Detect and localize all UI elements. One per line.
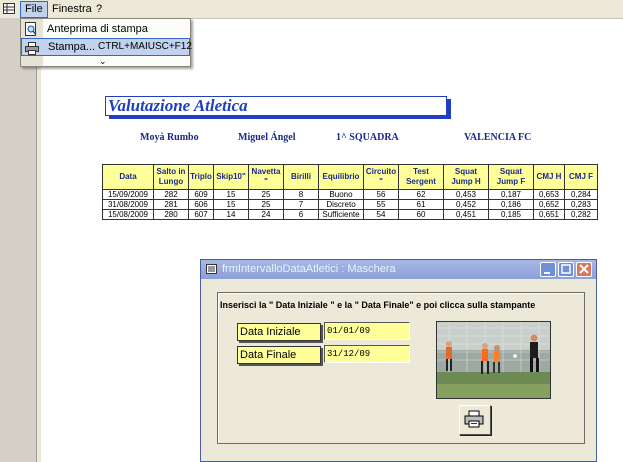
cell: 14 bbox=[213, 209, 249, 220]
cell: 0,186 bbox=[488, 199, 534, 210]
cell: 606 bbox=[188, 199, 214, 210]
col-header: Salto in Lungo bbox=[153, 164, 189, 190]
dialog-titlebar[interactable]: frmIntervalloDataAtletici : Maschera bbox=[201, 260, 596, 279]
evaluation-table: Data Salto in Lungo Triplo Skip10" Navet… bbox=[102, 164, 598, 220]
col-header: Triplo bbox=[188, 164, 214, 190]
app-icon[interactable] bbox=[3, 3, 15, 14]
cell: 24 bbox=[248, 209, 284, 220]
cell: 0,652 bbox=[533, 199, 565, 210]
cell: 15/08/2009 bbox=[102, 209, 154, 220]
athlete-name: Miguel Ángel bbox=[238, 132, 296, 143]
cell: 0,653 bbox=[533, 189, 565, 200]
file-dropdown-menu: Anteprima di stampa Stampa... CTRL+MAIUS… bbox=[20, 18, 192, 67]
vertical-divider bbox=[36, 18, 41, 462]
cell: 8 bbox=[283, 189, 319, 200]
team-photo-image bbox=[437, 322, 550, 398]
print-preview-icon bbox=[25, 22, 37, 36]
form-icon bbox=[206, 264, 217, 274]
table-row: 31/08/2009 281 606 15 25 7 Discreto 55 6… bbox=[102, 199, 598, 210]
table-header-row: Data Salto in Lungo Triplo Skip10" Navet… bbox=[102, 164, 598, 190]
report-title: Valutazione Atletica bbox=[105, 96, 447, 116]
col-header: Squat Jump F bbox=[488, 164, 534, 190]
cell: 280 bbox=[153, 209, 189, 220]
cell: 0,451 bbox=[443, 209, 489, 220]
minimize-icon bbox=[544, 272, 550, 274]
maximize-button[interactable] bbox=[558, 262, 574, 277]
end-date-input[interactable]: 31/12/09 bbox=[324, 345, 410, 363]
cell: 15/09/2009 bbox=[102, 189, 154, 200]
cell: Sufficiente bbox=[318, 209, 364, 220]
menu-item-label: Anteprima di stampa bbox=[47, 23, 148, 35]
cell: 56 bbox=[363, 189, 399, 200]
col-header: Test Sergent bbox=[398, 164, 444, 190]
print-button[interactable] bbox=[459, 405, 491, 435]
cell: 0,284 bbox=[564, 189, 598, 200]
cell: 0,185 bbox=[488, 209, 534, 220]
cell: 607 bbox=[188, 209, 214, 220]
cell: Buono bbox=[318, 189, 364, 200]
start-date-input[interactable]: 01/01/09 bbox=[324, 322, 410, 340]
cell: 0,453 bbox=[443, 189, 489, 200]
cell: 25 bbox=[248, 189, 284, 200]
dialog-title: frmIntervalloDataAtletici : Maschera bbox=[222, 263, 396, 275]
menu-finestra[interactable]: Finestra bbox=[48, 2, 96, 16]
cell: 6 bbox=[283, 209, 319, 220]
table-row: 15/09/2009 282 609 15 25 8 Buono 56 62 0… bbox=[102, 189, 598, 200]
col-header: Skip10" bbox=[213, 164, 249, 190]
cell: 609 bbox=[188, 189, 214, 200]
menu-file[interactable]: File bbox=[20, 1, 48, 18]
printer-icon bbox=[25, 42, 39, 55]
menu-item-print[interactable]: Stampa... CTRL+MAIUSC+F12 bbox=[21, 38, 192, 56]
minimize-button[interactable] bbox=[540, 262, 556, 277]
menu-expand-icon[interactable]: ⌄ bbox=[99, 57, 107, 66]
menu-help[interactable]: ? bbox=[92, 2, 106, 16]
athlete-club: VALENCIA FC bbox=[464, 132, 532, 143]
cell: 61 bbox=[398, 199, 444, 210]
col-header: Squat Jump H bbox=[443, 164, 489, 190]
col-header: Data bbox=[102, 164, 154, 190]
col-header: Birilli bbox=[283, 164, 319, 190]
col-header: CMJ H bbox=[533, 164, 565, 190]
cell: 54 bbox=[363, 209, 399, 220]
maximize-icon bbox=[561, 264, 571, 274]
menu-item-shortcut: CTRL+MAIUSC+F12 bbox=[98, 41, 192, 52]
start-date-label: Data Iniziale bbox=[237, 323, 321, 341]
end-date-label: Data Finale bbox=[237, 346, 321, 364]
athlete-surname: Moyà Rumbo bbox=[140, 132, 199, 143]
table-row: 15/08/2009 280 607 14 24 6 Sufficiente 5… bbox=[102, 209, 598, 220]
menu-item-label: Stampa... bbox=[48, 41, 96, 53]
cell: 282 bbox=[153, 189, 189, 200]
cell: 0,452 bbox=[443, 199, 489, 210]
cell: 15 bbox=[213, 199, 249, 210]
cell: 55 bbox=[363, 199, 399, 210]
col-header: CMJ F bbox=[564, 164, 598, 190]
cell: 60 bbox=[398, 209, 444, 220]
cell: Discreto bbox=[318, 199, 364, 210]
col-header: Equilibrio bbox=[318, 164, 364, 190]
record-selector-strip bbox=[0, 18, 40, 462]
cell: 281 bbox=[153, 199, 189, 210]
dialog-instruction: Inserisci la " Data Iniziale " e la " Da… bbox=[220, 300, 536, 310]
team-photo bbox=[436, 321, 551, 399]
printer-icon bbox=[464, 410, 484, 428]
cell: 7 bbox=[283, 199, 319, 210]
col-header: Circuito " bbox=[363, 164, 399, 190]
cell: 31/08/2009 bbox=[102, 199, 154, 210]
close-icon bbox=[579, 264, 589, 274]
cell: 0,283 bbox=[564, 199, 598, 210]
cell: 25 bbox=[248, 199, 284, 210]
cell: 0,282 bbox=[564, 209, 598, 220]
close-button[interactable] bbox=[576, 262, 592, 277]
cell: 0,187 bbox=[488, 189, 534, 200]
cell: 15 bbox=[213, 189, 249, 200]
col-header: Navetta " bbox=[248, 164, 284, 190]
cell: 62 bbox=[398, 189, 444, 200]
menu-bar: File Finestra ? bbox=[0, 0, 623, 19]
athlete-team: 1^ SQUADRA bbox=[336, 132, 399, 143]
cell: 0,651 bbox=[533, 209, 565, 220]
menu-item-print-preview[interactable]: Anteprima di stampa bbox=[21, 20, 190, 38]
